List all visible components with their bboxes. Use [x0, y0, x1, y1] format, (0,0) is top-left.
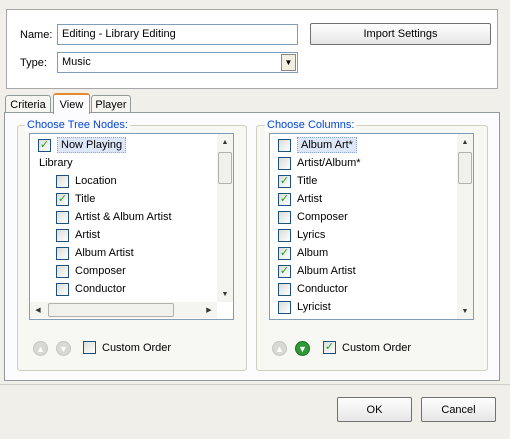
- import-settings-button[interactable]: Import Settings: [310, 23, 491, 45]
- columns-custom-order-label: Custom Order: [342, 341, 412, 354]
- list-item-checkbox[interactable]: [56, 246, 69, 260]
- list-item-checkbox[interactable]: [56, 264, 69, 278]
- list-item-checkbox[interactable]: [278, 138, 291, 152]
- scroll-down-icon[interactable]: ▼: [217, 286, 233, 302]
- scroll-left-icon[interactable]: ◀: [30, 302, 46, 318]
- list-item[interactable]: ✓ Now Playing: [38, 136, 127, 154]
- list-item[interactable]: ✓ Title: [278, 172, 317, 190]
- tree-nodes-title: Choose Tree Nodes:: [25, 119, 130, 131]
- tree-hscrollbar[interactable]: ◀ ▶: [30, 302, 217, 318]
- list-item[interactable]: Library: [39, 154, 73, 172]
- move-up-icon: ▲: [33, 341, 48, 356]
- list-item-label: Artist: [75, 229, 101, 241]
- list-item-label: Library: [39, 157, 73, 169]
- tree-custom-order[interactable]: Custom Order: [83, 341, 171, 354]
- list-item[interactable]: Lyrics: [278, 226, 325, 244]
- tree-vscroll-thumb[interactable]: [218, 152, 232, 184]
- move-up-icon: ▲: [272, 341, 287, 356]
- list-item-label: Album Artist: [75, 247, 134, 259]
- list-item-checkbox[interactable]: [56, 228, 69, 242]
- move-down-icon[interactable]: ▼: [295, 341, 310, 356]
- list-item[interactable]: Lyricist: [278, 298, 331, 316]
- list-item-checkbox[interactable]: [56, 282, 69, 296]
- list-item-label: Composer: [75, 265, 126, 277]
- list-item-label: Artist/Album*: [297, 157, 361, 169]
- columns-custom-order-checkbox[interactable]: ✓: [323, 341, 336, 354]
- list-item[interactable]: ✓ Album: [278, 244, 328, 262]
- list-item[interactable]: ✓ Album Artist: [278, 262, 356, 280]
- list-item-checkbox[interactable]: [278, 228, 291, 242]
- list-item-label: Location: [75, 175, 117, 187]
- list-item[interactable]: Composer: [278, 208, 348, 226]
- list-item[interactable]: Composer: [56, 262, 126, 280]
- list-item[interactable]: Artist/Album*: [278, 154, 361, 172]
- columns-list[interactable]: Album Art* Artist/Album* ✓ Title ✓ Artist Comp…: [269, 133, 474, 320]
- list-item-checkbox[interactable]: [278, 300, 291, 314]
- settings-group: [6, 9, 498, 89]
- list-item[interactable]: Location: [56, 172, 117, 190]
- tree-vscrollbar[interactable]: ▲ ▼: [217, 134, 233, 302]
- list-item-checkbox[interactable]: [56, 210, 69, 224]
- move-down-icon: ▼: [56, 341, 71, 356]
- list-item-checkbox[interactable]: ✓: [278, 192, 291, 206]
- tree-custom-order-checkbox[interactable]: [83, 341, 96, 354]
- tree-custom-order-label: Custom Order: [102, 341, 172, 354]
- list-item-checkbox[interactable]: [278, 282, 291, 296]
- list-item-label: Artist & Album Artist: [75, 211, 172, 223]
- ok-button[interactable]: OK: [337, 397, 412, 422]
- scroll-up-icon[interactable]: ▲: [457, 134, 473, 150]
- columns-title: Choose Columns:: [265, 119, 357, 131]
- columns-vscroll-thumb[interactable]: [458, 152, 472, 184]
- list-item-label: Composer: [297, 211, 348, 223]
- list-item-checkbox[interactable]: ✓: [38, 138, 51, 152]
- scroll-right-icon[interactable]: ▶: [201, 302, 217, 318]
- tab-criteria[interactable]: Criteria: [5, 95, 51, 113]
- chevron-down-icon[interactable]: ▼: [281, 54, 296, 71]
- list-item[interactable]: ✓ Artist: [278, 190, 322, 208]
- divider: [0, 384, 510, 385]
- list-item-label: Now Playing: [57, 137, 127, 153]
- scroll-down-icon[interactable]: ▼: [457, 303, 473, 319]
- list-item-label: Conductor: [75, 283, 126, 295]
- list-item-label: Album Art*: [297, 137, 357, 153]
- list-item[interactable]: ✓ Title: [56, 190, 95, 208]
- list-item-checkbox[interactable]: [278, 156, 291, 170]
- list-item[interactable]: Album Artist: [56, 244, 134, 262]
- list-item-label: Conductor: [297, 283, 348, 295]
- list-item-checkbox[interactable]: ✓: [278, 174, 291, 188]
- tree-nodes-list[interactable]: ✓ Now Playing Library Location ✓ Title Artist …: [29, 133, 234, 320]
- tree-hscroll-thumb[interactable]: [48, 303, 174, 317]
- columns-vscrollbar[interactable]: ▲ ▼: [457, 134, 473, 319]
- tab-player[interactable]: Player: [91, 95, 131, 113]
- cancel-button[interactable]: Cancel: [421, 397, 496, 422]
- columns-custom-order[interactable]: ✓ Custom Order: [323, 341, 411, 354]
- list-item[interactable]: Album Art*: [278, 136, 357, 154]
- list-item-label: Title: [297, 175, 318, 187]
- list-item-checkbox[interactable]: ✓: [278, 264, 291, 278]
- list-item-label: Artist: [297, 193, 323, 205]
- list-item-label: Lyrics: [297, 229, 326, 241]
- list-item[interactable]: Conductor: [56, 280, 126, 298]
- list-item-checkbox[interactable]: ✓: [278, 246, 291, 260]
- list-item-label: Title: [75, 193, 96, 205]
- scroll-up-icon[interactable]: ▲: [217, 134, 233, 150]
- list-item-checkbox[interactable]: [278, 210, 291, 224]
- list-item-label: Lyricist: [297, 301, 331, 313]
- list-item-checkbox[interactable]: [56, 174, 69, 188]
- type-select[interactable]: Music ▼: [57, 52, 298, 73]
- list-item-checkbox[interactable]: ✓: [56, 192, 69, 206]
- list-item[interactable]: Conductor: [278, 280, 348, 298]
- type-select-value: Music: [62, 56, 91, 68]
- list-item[interactable]: Artist & Album Artist: [56, 208, 172, 226]
- name-input[interactable]: Editing - Library Editing: [57, 24, 298, 45]
- list-item-label: Album Artist: [297, 265, 356, 277]
- name-label: Name:: [20, 29, 53, 41]
- list-item-label: Album: [297, 247, 329, 259]
- list-item[interactable]: Artist: [56, 226, 100, 244]
- type-label: Type:: [20, 57, 47, 69]
- tab-view[interactable]: View: [53, 93, 90, 114]
